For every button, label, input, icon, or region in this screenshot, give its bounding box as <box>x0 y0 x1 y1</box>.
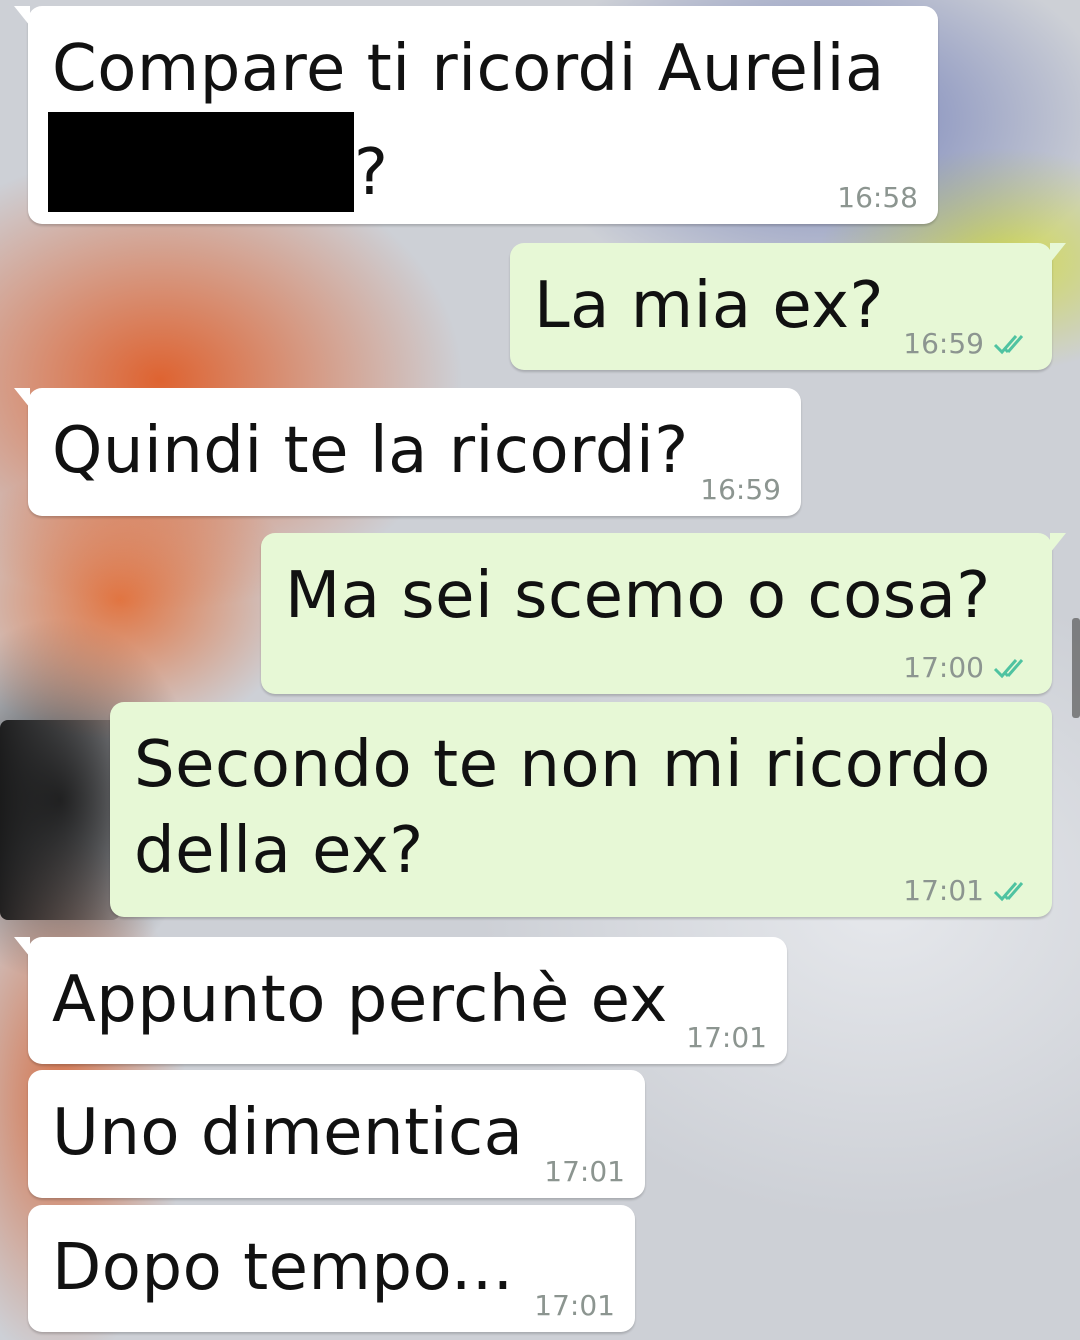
redaction-box <box>48 112 354 212</box>
message-bubble-outgoing[interactable]: La mia ex? 16:59 <box>510 243 1066 370</box>
message-bubble-incoming[interactable]: Dopo tempo... 17:01 <box>28 1205 635 1332</box>
message-time: 17:01 <box>903 874 984 907</box>
message-bubble-incoming[interactable]: Compare ti ricordi Aurelia ? 16:58 <box>14 6 938 224</box>
message-bubble-incoming[interactable]: Quindi te la ricordi? 16:59 <box>14 388 801 516</box>
message-meta: 16:59 <box>700 473 781 506</box>
wallpaper-graphic <box>0 720 120 920</box>
message-time: 16:59 <box>903 327 984 360</box>
message-time: 17:01 <box>544 1155 625 1188</box>
message-meta: 17:01 <box>903 874 1032 907</box>
message-text: Secondo te non mi ricordo della ex? <box>134 728 991 888</box>
double-check-icon <box>992 657 1032 679</box>
double-check-icon <box>992 333 1032 355</box>
message-meta: 17:00 <box>903 651 1032 684</box>
message-bubble-incoming[interactable]: Uno dimentica 17:01 <box>28 1070 645 1198</box>
message-meta: 17:01 <box>534 1289 615 1322</box>
double-check-icon <box>992 880 1032 902</box>
message-meta: 17:01 <box>686 1021 767 1054</box>
message-bubble-incoming[interactable]: Appunto perchè ex 17:01 <box>14 937 787 1064</box>
message-time: 17:01 <box>534 1289 615 1322</box>
message-time: 17:01 <box>686 1021 767 1054</box>
message-bubble-outgoing[interactable]: Ma sei scemo o cosa? 17:00 <box>261 533 1066 694</box>
message-text: Dopo tempo... <box>52 1231 514 1305</box>
message-time: 16:59 <box>700 473 781 506</box>
message-bubble-outgoing[interactable]: Secondo te non mi ricordo della ex? 17:0… <box>110 702 1052 917</box>
message-text: Uno dimentica <box>52 1096 524 1170</box>
message-time: 16:58 <box>837 181 918 214</box>
message-text: Compare ti ricordi Aurelia ? <box>48 26 914 216</box>
message-text: Ma sei scemo o cosa? <box>285 559 991 633</box>
message-time: 17:00 <box>903 651 984 684</box>
message-meta: 16:59 <box>903 327 1032 360</box>
message-meta: 16:58 <box>837 181 918 214</box>
message-text: Appunto perchè ex <box>52 963 668 1037</box>
scrollbar[interactable] <box>1072 618 1080 718</box>
message-meta: 17:01 <box>544 1155 625 1188</box>
message-text: Quindi te la ricordi? <box>52 414 689 488</box>
